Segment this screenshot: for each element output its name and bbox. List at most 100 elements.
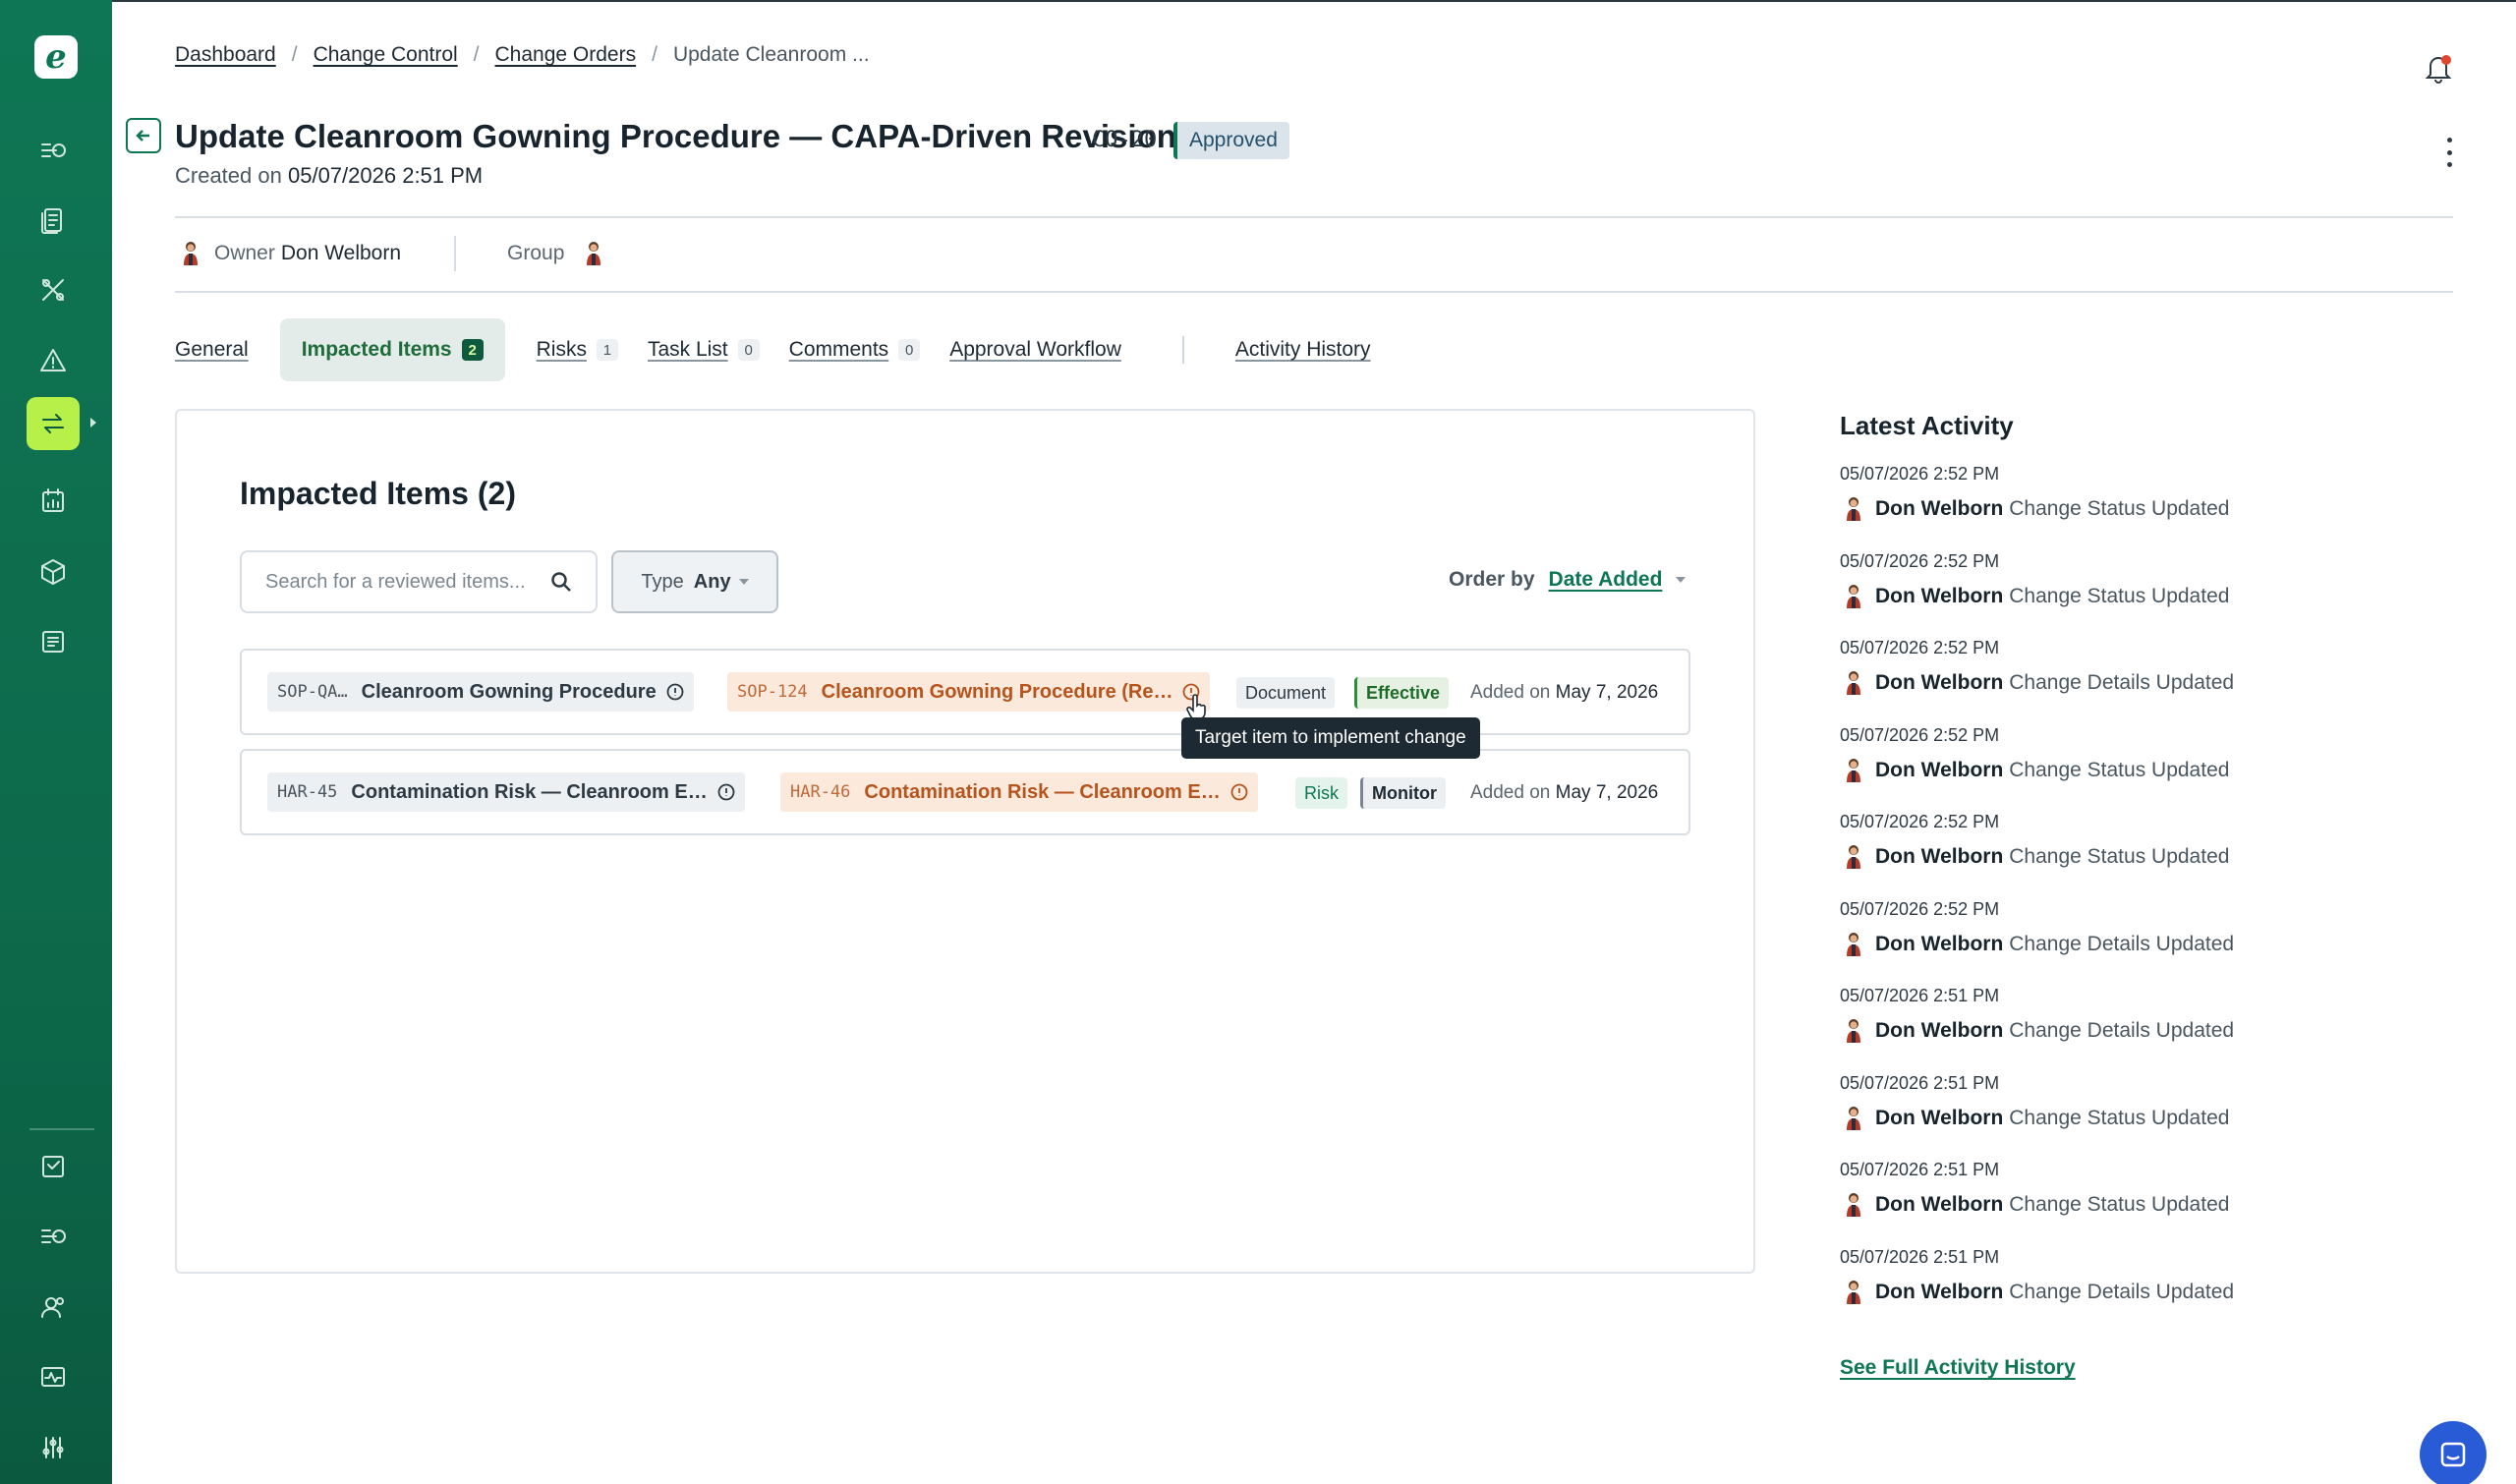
avatar: [1847, 758, 1860, 782]
tab-count-badge: 0: [898, 339, 921, 361]
owner-name[interactable]: Don Welborn: [281, 242, 401, 265]
activity-user[interactable]: Don Welborn: [1875, 1107, 2003, 1130]
source-item-id: SOP-QA…: [277, 682, 348, 702]
impacted-items-panel: [175, 409, 1755, 1274]
activity-time: 05/07/2026 2:52 PM: [1840, 464, 2000, 484]
tasks-icon[interactable]: [27, 1210, 80, 1263]
breadcrumb-separator: /: [652, 43, 658, 66]
source-item-chip[interactable]: HAR-45 Contamination Risk — Cleanroom E…: [267, 772, 745, 812]
avatar: [1847, 1280, 1860, 1304]
box-icon[interactable]: [27, 545, 80, 599]
activity-user[interactable]: Don Welborn: [1875, 671, 2003, 695]
search-input[interactable]: Search for a reviewed items...: [240, 550, 598, 613]
tools-icon[interactable]: [27, 263, 80, 316]
activity-user[interactable]: Don Welborn: [1875, 759, 2003, 782]
warning-icon[interactable]: [27, 334, 80, 387]
added-value: May 7, 2026: [1555, 782, 1659, 803]
activity-item: 05/07/2026 2:51 PM Don Welborn Change Stat…: [1840, 1073, 2430, 1131]
activity-item: 05/07/2026 2:51 PM Don Welborn Change Deta…: [1840, 1247, 2430, 1305]
target-item-chip[interactable]: SOP-124 Cleanroom Gowning Procedure (Re…: [727, 672, 1211, 712]
activity-time: 05/07/2026 2:52 PM: [1840, 638, 2000, 657]
group-label: Group: [507, 242, 565, 264]
activity-action: Change Status Updated: [2009, 758, 2230, 781]
sidebar-divider: [29, 1128, 94, 1130]
tab-risks[interactable]: Risks 1: [537, 318, 618, 381]
tab-count-badge: 1: [596, 339, 618, 361]
breadcrumb-change-control[interactable]: Change Control: [314, 43, 458, 67]
activity-line: Don Welborn Change Details Updated: [1840, 932, 2430, 957]
tab-impacted-items[interactable]: Impacted Items 2: [279, 318, 505, 381]
added-value: May 7, 2026: [1555, 682, 1659, 703]
order-by-label: Order by: [1449, 568, 1535, 591]
order-by-value[interactable]: Date Added: [1549, 568, 1663, 592]
search-icon: [551, 572, 571, 592]
activity-user[interactable]: Don Welborn: [1875, 1019, 2003, 1043]
app-logo[interactable]: e: [34, 35, 78, 79]
impacted-items-title: Impacted Items (2): [240, 476, 516, 511]
activity-action: Change Status Updated: [2009, 1193, 2230, 1216]
activity-time: 05/07/2026 2:52 PM: [1840, 812, 2000, 831]
tab-comments[interactable]: Comments 0: [789, 318, 921, 381]
tab-task-list[interactable]: Task List 0: [648, 318, 760, 381]
info-icon[interactable]: [666, 683, 684, 701]
inbox-icon[interactable]: [27, 1140, 80, 1193]
calendar-chart-icon[interactable]: [27, 475, 80, 528]
workflow-icon[interactable]: [27, 124, 80, 177]
source-item-id: HAR-45: [277, 782, 338, 802]
activity-time: 05/07/2026 2:51 PM: [1840, 1160, 2000, 1179]
item-state-tag: Monitor: [1360, 777, 1446, 809]
latest-activity-title: Latest Activity: [1840, 411, 2014, 440]
activity-user[interactable]: Don Welborn: [1875, 933, 2003, 956]
created-info: Created on 05/07/2026 2:51 PM: [175, 163, 483, 189]
tab-bar: General Impacted Items 2 Risks 1 Task Li…: [175, 318, 1371, 381]
avatar: [1847, 1193, 1860, 1217]
type-filter-dropdown[interactable]: Type Any: [611, 550, 778, 613]
documents-icon[interactable]: [27, 194, 80, 247]
chevron-down-icon[interactable]: [1676, 577, 1687, 583]
breadcrumb-change-orders[interactable]: Change Orders: [495, 43, 637, 67]
status-badge: Approved: [1173, 122, 1289, 159]
activity-user[interactable]: Don Welborn: [1875, 1193, 2003, 1217]
target-item-chip[interactable]: HAR-46 Contamination Risk — Cleanroom E…: [780, 772, 1258, 812]
chevron-down-icon: [738, 579, 749, 585]
target-item-id: SOP-124: [737, 682, 808, 702]
activity-user[interactable]: Don Welborn: [1875, 497, 2003, 521]
activity-user[interactable]: Don Welborn: [1875, 1281, 2003, 1304]
activity-item: 05/07/2026 2:51 PM Don Welborn Change Stat…: [1840, 1160, 2430, 1218]
info-icon[interactable]: [717, 783, 735, 801]
info-icon[interactable]: [1230, 783, 1248, 801]
tooltip: Target item to implement change: [1181, 717, 1480, 759]
tab-general[interactable]: General: [175, 318, 249, 381]
avatar: [1847, 584, 1860, 608]
monitor-icon[interactable]: [27, 1351, 80, 1404]
activity-line: Don Welborn Change Status Updated: [1840, 496, 2430, 522]
see-full-activity-link[interactable]: See Full Activity History: [1840, 1356, 2076, 1380]
more-options-icon[interactable]: [2437, 138, 2461, 167]
activity-user[interactable]: Don Welborn: [1875, 585, 2003, 608]
breadcrumb: Dashboard / Change Control / Change Orde…: [175, 43, 870, 67]
tab-count-badge: 2: [461, 339, 484, 361]
back-button[interactable]: [126, 118, 161, 153]
sliders-icon[interactable]: [27, 1421, 80, 1474]
tab-count-badge: 0: [737, 339, 760, 361]
tab-approval-workflow[interactable]: Approval Workflow: [949, 318, 1121, 381]
chat-support-button[interactable]: [2420, 1421, 2487, 1484]
activity-line: Don Welborn Change Status Updated: [1840, 758, 2430, 783]
breadcrumb-dashboard[interactable]: Dashboard: [175, 43, 276, 67]
breadcrumb-separator: /: [473, 43, 480, 66]
tab-label: Activity History: [1234, 338, 1371, 361]
users-icon[interactable]: [27, 1281, 80, 1334]
tab-label: Risks: [536, 338, 587, 361]
activity-user[interactable]: Don Welborn: [1875, 845, 2003, 869]
avatar: [1847, 1106, 1860, 1130]
notification-bell-icon[interactable]: [2422, 51, 2455, 85]
impacted-item-row[interactable]: HAR-45 Contamination Risk — Cleanroom E……: [240, 749, 1690, 835]
ledger-icon[interactable]: [27, 615, 80, 668]
change-control-icon[interactable]: [27, 397, 80, 450]
top-border: [112, 0, 2516, 2]
tab-activity-history[interactable]: Activity History: [1235, 318, 1371, 381]
source-item-chip[interactable]: SOP-QA… Cleanroom Gowning Procedure: [267, 672, 694, 712]
item-type-tag: Document: [1236, 677, 1336, 709]
activity-action: Change Details Updated: [2009, 932, 2235, 955]
arrow-left-icon: [136, 130, 149, 142]
